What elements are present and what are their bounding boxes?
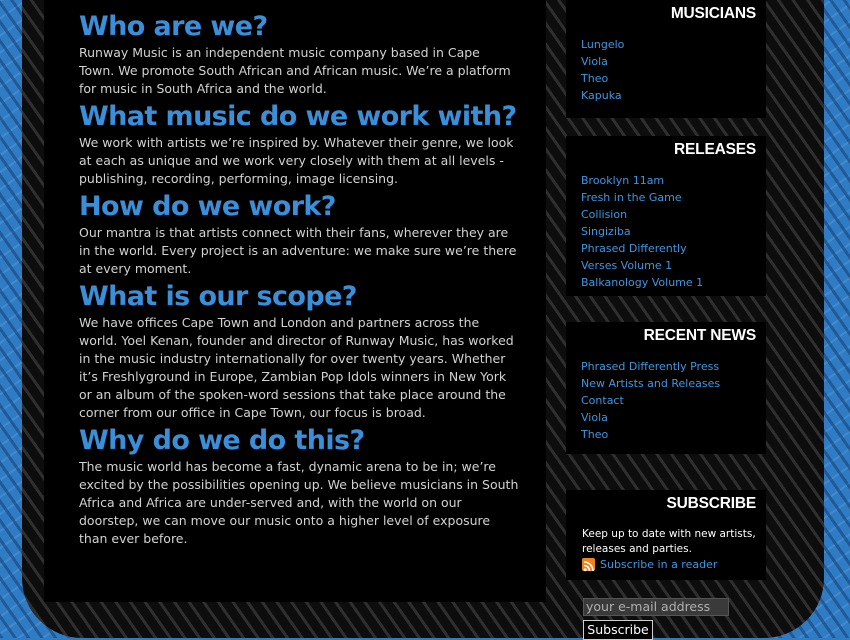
section-heading-scope: What is our scope? bbox=[79, 281, 357, 312]
musician-link[interactable]: Lungelo bbox=[581, 36, 766, 53]
musicians-title: MUSICIANS bbox=[670, 5, 756, 22]
section-body-how: Our mantra is that artists connect with … bbox=[79, 225, 517, 276]
subscribe-title: SUBSCRIBE bbox=[666, 495, 757, 512]
section-heading-music: What music do we work with? bbox=[79, 101, 517, 132]
section-body-scope: We have offices Cape Town and London and… bbox=[79, 315, 514, 420]
musician-link[interactable]: Kapuka bbox=[581, 87, 766, 104]
rss-feed-icon[interactable] bbox=[582, 558, 595, 572]
section-body-why: The music world has become a fast, dynam… bbox=[79, 459, 519, 546]
release-link[interactable]: Phrased Differently bbox=[581, 240, 766, 257]
section-heading-how: How do we work? bbox=[79, 191, 336, 222]
section-body-who: Runway Music is an independent music com… bbox=[79, 45, 511, 96]
subscribe-text: Keep up to date with new artists, releas… bbox=[582, 528, 756, 555]
releases-list: Brooklyn 11am Fresh in the Game Collisio… bbox=[566, 159, 766, 291]
news-link[interactable]: New Artists and Releases bbox=[581, 375, 766, 392]
release-link[interactable]: Fresh in the Game bbox=[581, 189, 766, 206]
section-body-music: We work with artists we’re inspired by. … bbox=[79, 135, 514, 186]
musician-link[interactable]: Theo bbox=[581, 70, 766, 87]
email-input[interactable]: your e-mail address bbox=[583, 598, 729, 616]
main-content: Who are we? Runway Music is an independe… bbox=[79, 10, 519, 550]
subscribe-reader-row[interactable]: Subscribe in a reader bbox=[566, 558, 766, 572]
section-heading-who: Who are we? bbox=[79, 11, 268, 42]
release-link[interactable]: Collision bbox=[581, 206, 766, 223]
releases-box: RELEASES Brooklyn 11am Fresh in the Game… bbox=[566, 136, 766, 296]
section-heading-why: Why do we do this? bbox=[79, 425, 365, 456]
release-link[interactable]: Verses Volume 1 bbox=[581, 257, 766, 274]
release-link[interactable]: Singiziba bbox=[581, 223, 766, 240]
news-title: RECENT NEWS bbox=[643, 327, 757, 344]
releases-title: RELEASES bbox=[674, 141, 756, 158]
news-link[interactable]: Theo bbox=[581, 426, 766, 443]
musician-link[interactable]: Viola bbox=[581, 53, 766, 70]
release-link[interactable]: Brooklyn 11am bbox=[581, 172, 766, 189]
release-link[interactable]: Balkanology Volume 1 bbox=[581, 274, 766, 291]
musicians-box: MUSICIANS Lungelo Viola Theo Kapuka bbox=[566, 0, 766, 118]
musicians-list: Lungelo Viola Theo Kapuka bbox=[566, 23, 766, 104]
news-link[interactable]: Phrased Differently Press bbox=[581, 358, 766, 375]
subscribe-box: SUBSCRIBE Keep up to date with new artis… bbox=[566, 490, 766, 580]
news-list: Phrased Differently Press New Artists an… bbox=[566, 345, 766, 443]
news-box: RECENT NEWS Phrased Differently Press Ne… bbox=[566, 322, 766, 454]
news-link[interactable]: Contact bbox=[581, 392, 766, 409]
subscribe-reader-link[interactable]: Subscribe in a reader bbox=[600, 558, 717, 571]
subscribe-button[interactable]: Subscribe bbox=[583, 620, 653, 640]
news-link[interactable]: Viola bbox=[581, 409, 766, 426]
